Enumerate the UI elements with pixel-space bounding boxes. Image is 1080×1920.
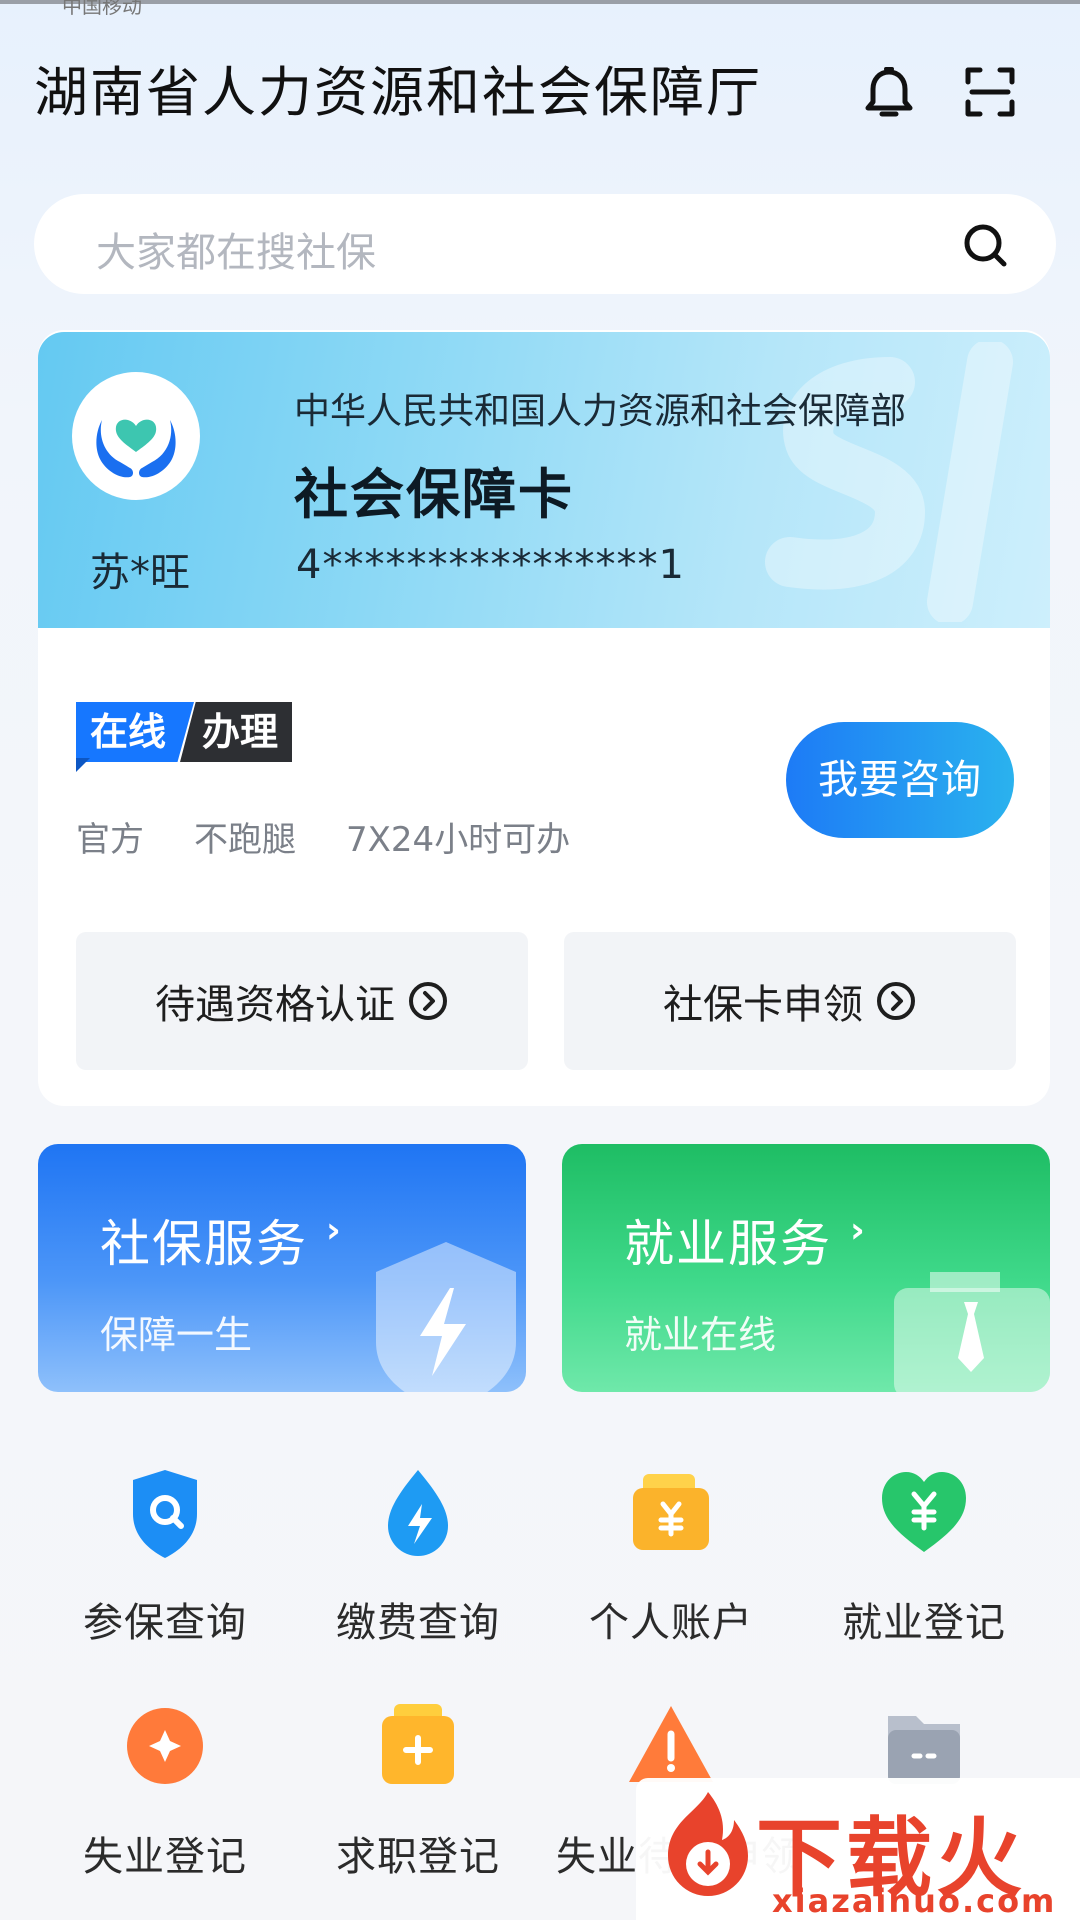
chevron-right-icon: › bbox=[850, 1210, 865, 1251]
quick-action-card-apply[interactable]: 社保卡申领 bbox=[564, 932, 1016, 1070]
briefcase-tie-icon bbox=[894, 1272, 1050, 1392]
circle-chevron-right-icon bbox=[409, 982, 447, 1020]
watermark: 下载火 xiazaihuo.com bbox=[636, 1778, 1080, 1920]
social-security-card[interactable]: 苏*旺 中华人民共和国人力资源和社会保障部 社会保障卡 4***********… bbox=[38, 332, 1050, 628]
grid-label: 参保查询 bbox=[83, 1600, 247, 1646]
heart-hands-logo bbox=[96, 419, 176, 478]
page-title: 湖南省人力资源和社会保障厅 bbox=[34, 61, 762, 124]
search-bar[interactable]: 大家都在搜社保 bbox=[34, 194, 1056, 294]
flame-logo bbox=[668, 1792, 748, 1896]
grid-item-unemployment-register[interactable]: 失业登记 bbox=[50, 1700, 280, 1882]
grid-label: 求职登记 bbox=[336, 1834, 500, 1880]
grid-label: 失业登记 bbox=[83, 1834, 247, 1880]
feature-tags: 官方 不跑腿 7X24小时可办 bbox=[76, 812, 570, 861]
quick-action-label: 待遇资格认证 bbox=[155, 982, 395, 1028]
water-drop-bolt-icon bbox=[388, 1470, 448, 1556]
card-holder-name: 苏*旺 bbox=[90, 550, 190, 596]
grid-item-employment-register[interactable]: 就业登记 bbox=[809, 1466, 1039, 1648]
grid-item-payment-query[interactable]: 缴费查询 bbox=[303, 1466, 533, 1648]
shield-bolt-icon bbox=[376, 1242, 516, 1392]
search-input[interactable]: 大家都在搜社保 bbox=[96, 220, 376, 278]
consult-button[interactable]: 我要咨询 bbox=[786, 722, 1014, 838]
search-icon[interactable] bbox=[962, 222, 1008, 268]
service-subtitle: 就业在线 bbox=[624, 1313, 777, 1357]
card-title: 社会保障卡 bbox=[294, 463, 574, 526]
watermark-url: xiazaihuo.com bbox=[772, 1882, 1057, 1920]
grid-label: 个人账户 bbox=[589, 1600, 753, 1646]
card-logo bbox=[72, 372, 200, 500]
quick-action-label: 社保卡申领 bbox=[663, 982, 863, 1028]
service-title: 社保服务 bbox=[100, 1215, 308, 1273]
grid-item-job-seeking-register[interactable]: 求职登记 bbox=[303, 1700, 533, 1882]
grid-item-insurance-query[interactable]: 参保查询 bbox=[50, 1466, 280, 1648]
chevron-right-icon: › bbox=[326, 1210, 341, 1251]
card-number: 4****************1 bbox=[296, 542, 685, 588]
badge-handle: 办理 bbox=[180, 702, 293, 762]
tag-official: 官方 bbox=[76, 820, 144, 860]
status-text: 中国移动 bbox=[62, 0, 142, 18]
grid-item-personal-account[interactable]: 个人账户 bbox=[556, 1466, 786, 1648]
tag-24h: 7X24小时可办 bbox=[346, 820, 571, 860]
circle-chevron-right-icon bbox=[877, 982, 915, 1020]
shield-search-icon bbox=[133, 1470, 197, 1558]
card-ministry: 中华人民共和国人力资源和社会保障部 bbox=[294, 391, 907, 432]
quick-action-qualification[interactable]: 待遇资格认证 bbox=[76, 932, 528, 1070]
badge-online: 在线 bbox=[76, 702, 195, 762]
badge-notch bbox=[76, 758, 90, 772]
tag-no-errand: 不跑腿 bbox=[194, 820, 296, 860]
service-subtitle: 保障一生 bbox=[100, 1313, 253, 1357]
grid-label: 就业登记 bbox=[842, 1600, 1006, 1646]
wallet-yuan-icon bbox=[633, 1474, 709, 1550]
social-security-service-tile[interactable]: 社保服务 › 保障一生 bbox=[38, 1144, 526, 1392]
orange-badge-icon bbox=[127, 1708, 203, 1784]
employment-service-tile[interactable]: 就业服务 › 就业在线 bbox=[562, 1144, 1050, 1392]
heart-yuan-icon bbox=[882, 1472, 966, 1552]
status-bar bbox=[0, 0, 1080, 4]
service-title: 就业服务 bbox=[624, 1215, 832, 1273]
grid-label: 缴费查询 bbox=[336, 1600, 500, 1646]
folder-plus-icon bbox=[382, 1704, 454, 1784]
bell-icon[interactable] bbox=[862, 66, 916, 122]
online-badge: 在线 办理 bbox=[76, 702, 293, 762]
scan-icon[interactable] bbox=[964, 66, 1016, 118]
